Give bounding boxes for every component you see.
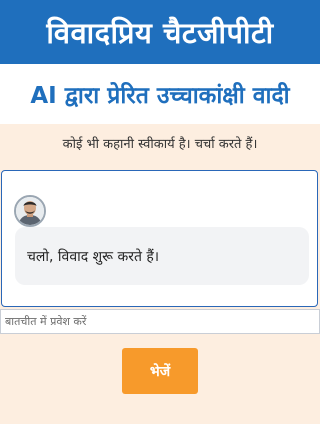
chat-window[interactable]: चलो, विवाद शुरू करते हैं। — [1, 170, 318, 307]
message-text: चलो, विवाद शुरू करते हैं। — [27, 248, 160, 265]
subtitle-banner: AI द्वारा प्रेरित उच्चाकांक्षी वादी — [0, 64, 320, 124]
person-avatar-icon — [14, 195, 46, 227]
send-button[interactable]: भेजें — [122, 348, 198, 394]
message-bubble: चलो, विवाद शुरू करते हैं। — [15, 227, 309, 285]
tagline: कोई भी कहानी स्वीकार्य है। चर्चा करते है… — [62, 137, 258, 152]
chat-input[interactable] — [1, 310, 319, 333]
app-title: विवादप्रिय चैटजीपीटी — [46, 15, 274, 50]
app-header: विवादप्रिय चैटजीपीटी — [0, 0, 320, 64]
chat-input-field[interactable] — [0, 309, 320, 334]
app-subtitle: AI द्वारा प्रेरित उच्चाकांक्षी वादी — [30, 83, 290, 109]
